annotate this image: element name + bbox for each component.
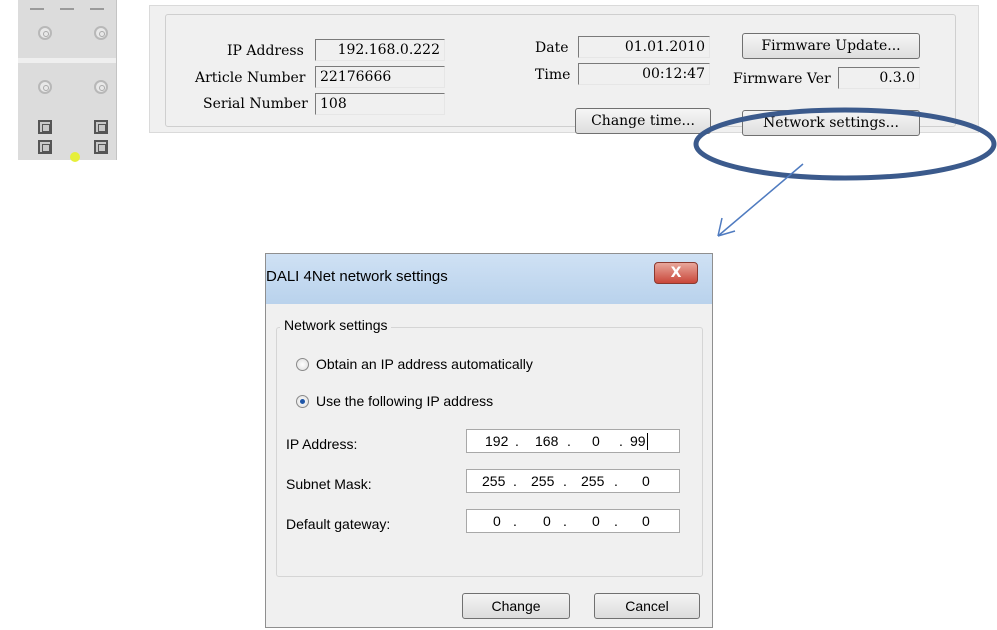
subnet-octet: 255 [531,473,555,489]
gateway-dot: . [563,513,567,529]
firmware-update-button[interactable]: Firmware Update... [742,33,920,59]
status-led-icon [70,152,80,162]
subnet-dot: . [513,473,517,489]
subnet-octet: 255 [581,473,605,489]
gateway-dot: . [614,513,618,529]
screw-icon [94,26,108,40]
network-settings-group-label: Network settings [280,317,392,333]
ip-dot: . [515,433,519,449]
ip-dot: . [619,433,623,449]
ip-address-label: IP Address [227,43,304,59]
cancel-button[interactable]: Cancel [594,593,700,619]
serial-number-field: 108 [315,93,445,115]
gateway-octet: 0 [642,513,650,529]
ip-octet: 168 [535,433,559,449]
firmware-version-field: 0.3.0 [838,67,920,89]
ip-address-label: IP Address: [286,436,358,452]
change-button[interactable]: Change [462,593,570,619]
subnet-mask-input[interactable]: 255 . 255 . 255 . 0 [466,469,680,493]
subnet-mask-label: Subnet Mask: [286,476,372,492]
subnet-octet: 255 [482,473,506,489]
text-caret [647,433,648,450]
device-slot [60,8,74,10]
serial-number-label: Serial Number [203,96,308,112]
dialog-titlebar: DALI 4Net network settings X [266,254,712,304]
dialog-title: DALI 4Net network settings [266,268,448,285]
gateway-octet: 0 [543,513,551,529]
close-icon[interactable]: X [654,262,698,284]
obtain-ip-auto-radio[interactable] [296,358,309,371]
subnet-dot: . [563,473,567,489]
arrow-icon [717,163,804,237]
screw-icon [38,80,52,94]
article-number-field: 22176666 [315,66,445,88]
change-time-button[interactable]: Change time... [575,108,711,134]
terminal-icon [94,120,108,134]
gateway-octet: 0 [493,513,501,529]
gateway-octet: 0 [592,513,600,529]
gateway-dot: . [513,513,517,529]
ip-address-input[interactable]: 192 . 168 . 0 . 99 [466,429,680,453]
default-gateway-input[interactable]: 0 . 0 . 0 . 0 [466,509,680,533]
screw-icon [94,80,108,94]
date-label: Date [535,40,569,56]
ip-address-field: 192.168.0.222 [315,39,445,61]
obtain-ip-auto-label[interactable]: Obtain an IP address automatically [316,356,533,372]
ip-dot: . [567,433,571,449]
network-settings-button[interactable]: Network settings... [742,110,920,136]
subnet-dot: . [614,473,618,489]
firmware-version-label: Firmware Ver [733,71,831,87]
article-number-label: Article Number [195,70,306,86]
device-slot [30,8,44,10]
ip-octet: 0 [592,433,600,449]
device-divider [18,58,116,63]
ip-octet: 99 [630,433,646,449]
ip-octet: 192 [485,433,509,449]
terminal-icon [94,140,108,154]
subnet-octet: 0 [642,473,650,489]
terminal-icon [38,120,52,134]
time-label: Time [535,67,571,83]
use-following-ip-radio[interactable] [296,395,309,408]
screw-icon [38,26,52,40]
device-slot [90,8,104,10]
time-field: 00:12:47 [578,63,710,85]
terminal-icon [38,140,52,154]
network-settings-dialog: DALI 4Net network settings X Network set… [265,253,713,628]
default-gateway-label: Default gateway: [286,516,391,532]
device-image [18,0,117,162]
date-field: 01.01.2010 [578,36,710,58]
use-following-ip-label[interactable]: Use the following IP address [316,393,493,409]
